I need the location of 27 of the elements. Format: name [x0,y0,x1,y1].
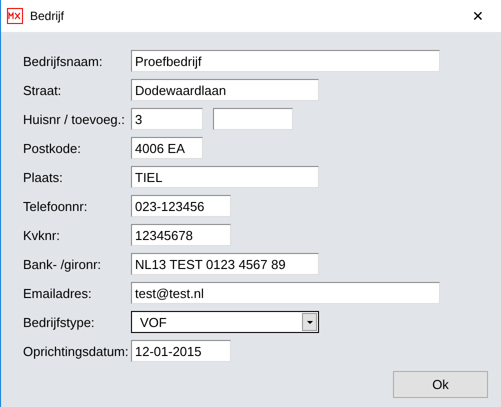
input-field[interactable]: 12-01-2015 [131,340,231,362]
input-field[interactable]: TIEL [131,166,319,188]
field-label: Kvknr: [23,228,61,242]
input-field[interactable]: 023-123456 [131,195,231,217]
field-label: Emailadres: [23,286,93,300]
close-button[interactable]: ✕ [455,0,501,32]
input-field[interactable]: NL13 TEST 0123 4567 89 [131,253,319,275]
field-label: Bedrijfstype: [23,314,96,330]
input-field[interactable]: 12345678 [131,224,231,246]
field-label: Bedrijfsnaam: [23,54,104,68]
input-field[interactable]: test@test.nl [131,282,440,304]
input-field[interactable]: Dodewaardlaan [131,79,319,101]
field-label: Huisnr / toevoeg.: [23,112,126,126]
field-label: Bank- /gironr: [23,256,102,272]
field-label: Straat: [23,82,62,98]
field-label: Telefoonnr: [23,198,88,214]
dropdown-field[interactable]: VOF [131,311,319,333]
input-field[interactable]: 4006 EA [131,137,203,159]
input-field[interactable]: 3 [131,108,203,130]
app-icon [7,8,23,24]
field-label: Oprichtingsdatum: [23,344,130,358]
field-label: Plaats: [23,170,64,184]
field-label: Postkode: [23,140,82,156]
input-field[interactable]: Proefbedrijf [131,50,440,72]
ok-button[interactable]: Ok [393,371,488,398]
input-field[interactable] [213,108,293,130]
window-title: Bedrijf [30,9,64,23]
